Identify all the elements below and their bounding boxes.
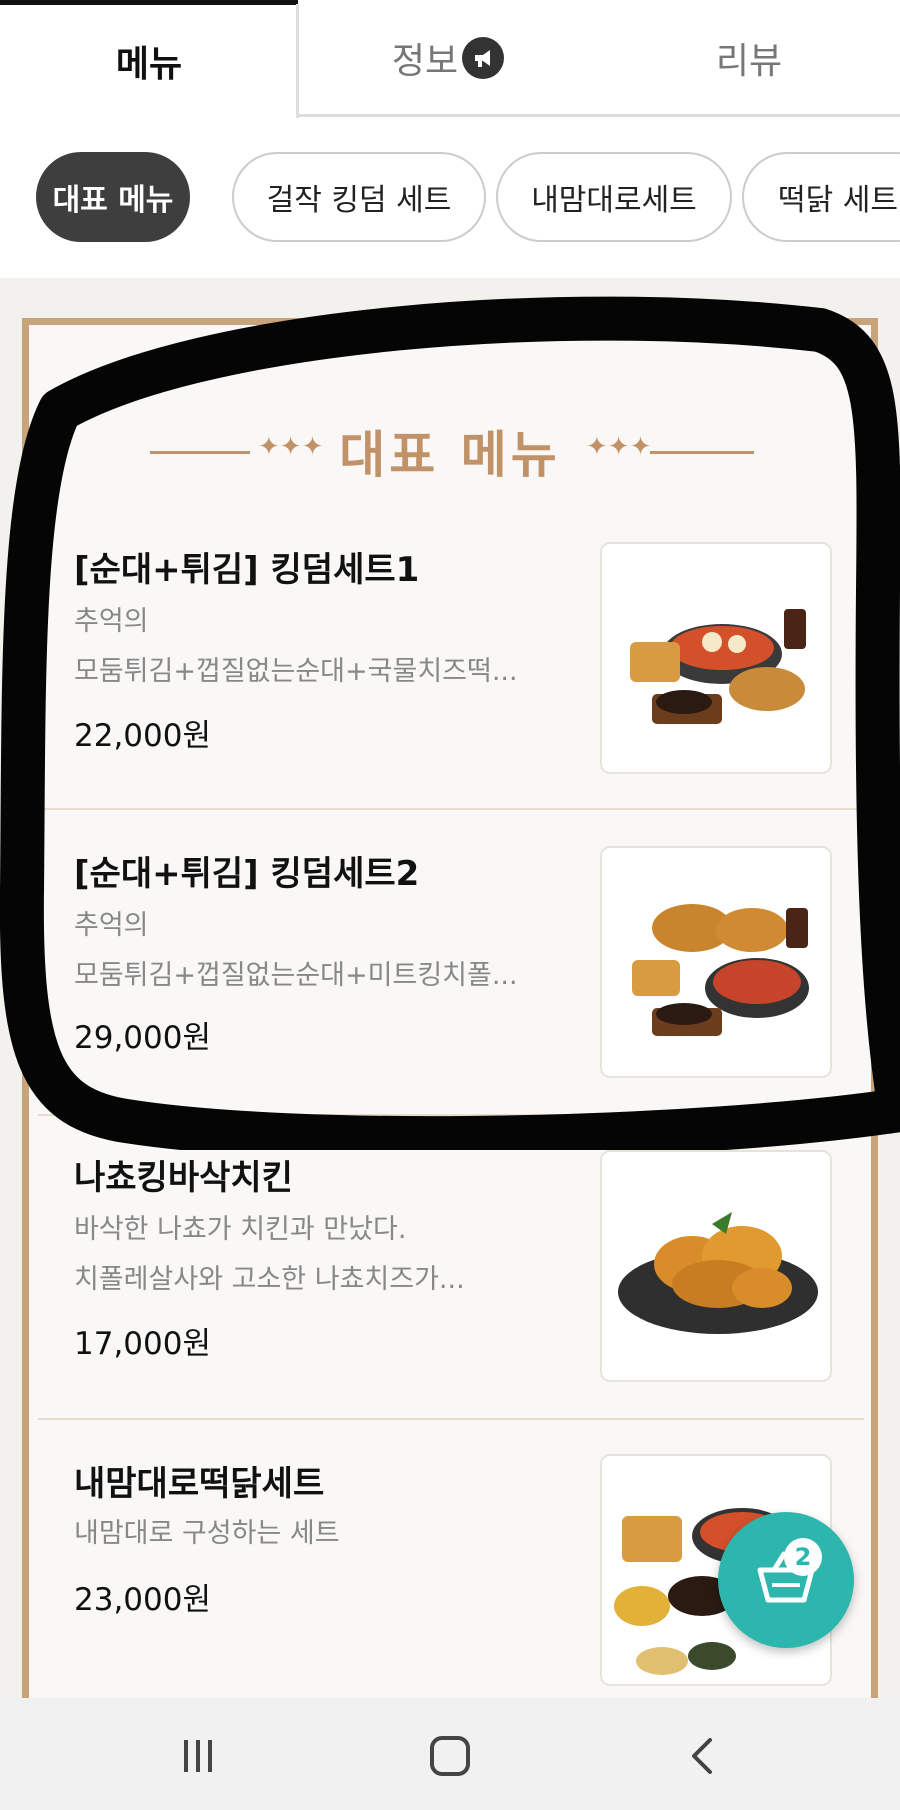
tab-info-label: 정보 (391, 41, 459, 82)
recent-apps-icon[interactable] (168, 1728, 228, 1784)
title-decoration-line-right (650, 451, 754, 454)
chip-kingdom-set[interactable]: 걸작 킹덤 세트 (232, 152, 486, 242)
menu-item-desc-line1: 바삭한 나쵸가 치킨과 만났다. (74, 1214, 407, 1245)
back-icon[interactable] (672, 1728, 732, 1784)
menu-item-desc-line2: 모둠튀김+껍질없는순대+미트킹치폴... (74, 960, 518, 991)
tab-info[interactable]: 정보 (298, 0, 598, 116)
chip-label: 걸작 킹덤 세트 (266, 183, 452, 218)
tab-review-label: 리뷰 (715, 41, 783, 82)
title-decoration-diamonds-right: ✦✦✦ (586, 432, 652, 462)
menu-item-price: 22,000원 (74, 718, 211, 754)
chip-custom-set[interactable]: 내맘대로세트 (496, 152, 732, 242)
menu-item-title: 나쵸킹바삭치킨 (74, 1158, 293, 1198)
chip-label: 내맘대로세트 (531, 183, 697, 218)
item-separator (38, 1114, 864, 1116)
item-separator (38, 1418, 864, 1420)
menu-item-title: [순대+튀김] 킹덤세트2 (74, 854, 420, 894)
menu-item-title: [순대+튀김] 킹덤세트1 (74, 550, 420, 590)
set-meal-photo[interactable] (600, 542, 832, 774)
menu-item-price: 23,000원 (74, 1582, 211, 1618)
set-meal-photo[interactable] (600, 846, 832, 1078)
menu-item-desc-line1: 내맘대로 구성하는 세트 (74, 1518, 340, 1549)
tab-underline (298, 114, 900, 117)
menu-item-price: 29,000원 (74, 1020, 211, 1056)
chip-tteokdak-set[interactable]: 떡닭 세트 (742, 152, 900, 242)
section-title: 대표 메뉴 (339, 426, 561, 484)
category-chip-row[interactable]: 대표 메뉴 걸작 킹덤 세트 내맘대로세트 떡닭 세트 (0, 118, 900, 278)
chip-signature-menu[interactable]: 대표 메뉴 (36, 152, 190, 242)
item-separator (38, 808, 864, 810)
cart-count-badge: 2 (784, 1538, 822, 1576)
tab-review[interactable]: 리뷰 (598, 0, 900, 116)
menu-item-desc-line1: 추억의 (74, 910, 149, 941)
cart-button[interactable]: 2 (718, 1512, 854, 1648)
menu-item-desc-line1: 추억의 (74, 606, 149, 637)
fried-chicken-photo[interactable] (600, 1150, 832, 1382)
menu-item-price: 17,000원 (74, 1326, 211, 1362)
menu-item-desc-line2: 치폴레살사와 고소한 나쵸치즈가... (74, 1264, 465, 1295)
tab-menu[interactable]: 메뉴 (0, 0, 298, 116)
tab-bar: 메뉴 정보 리뷰 (0, 0, 900, 118)
menu-item-title: 내맘대로떡닭세트 (74, 1464, 325, 1504)
megaphone-icon (462, 37, 505, 79)
chip-label: 대표 메뉴 (52, 183, 174, 218)
chip-label: 떡닭 세트 (778, 183, 898, 218)
menu-item-desc-line2: 모둠튀김+껍질없는순대+국물치즈떡... (74, 656, 518, 687)
system-nav-bar (0, 1698, 900, 1810)
tab-menu-label: 메뉴 (115, 43, 183, 85)
home-icon[interactable] (420, 1728, 480, 1784)
